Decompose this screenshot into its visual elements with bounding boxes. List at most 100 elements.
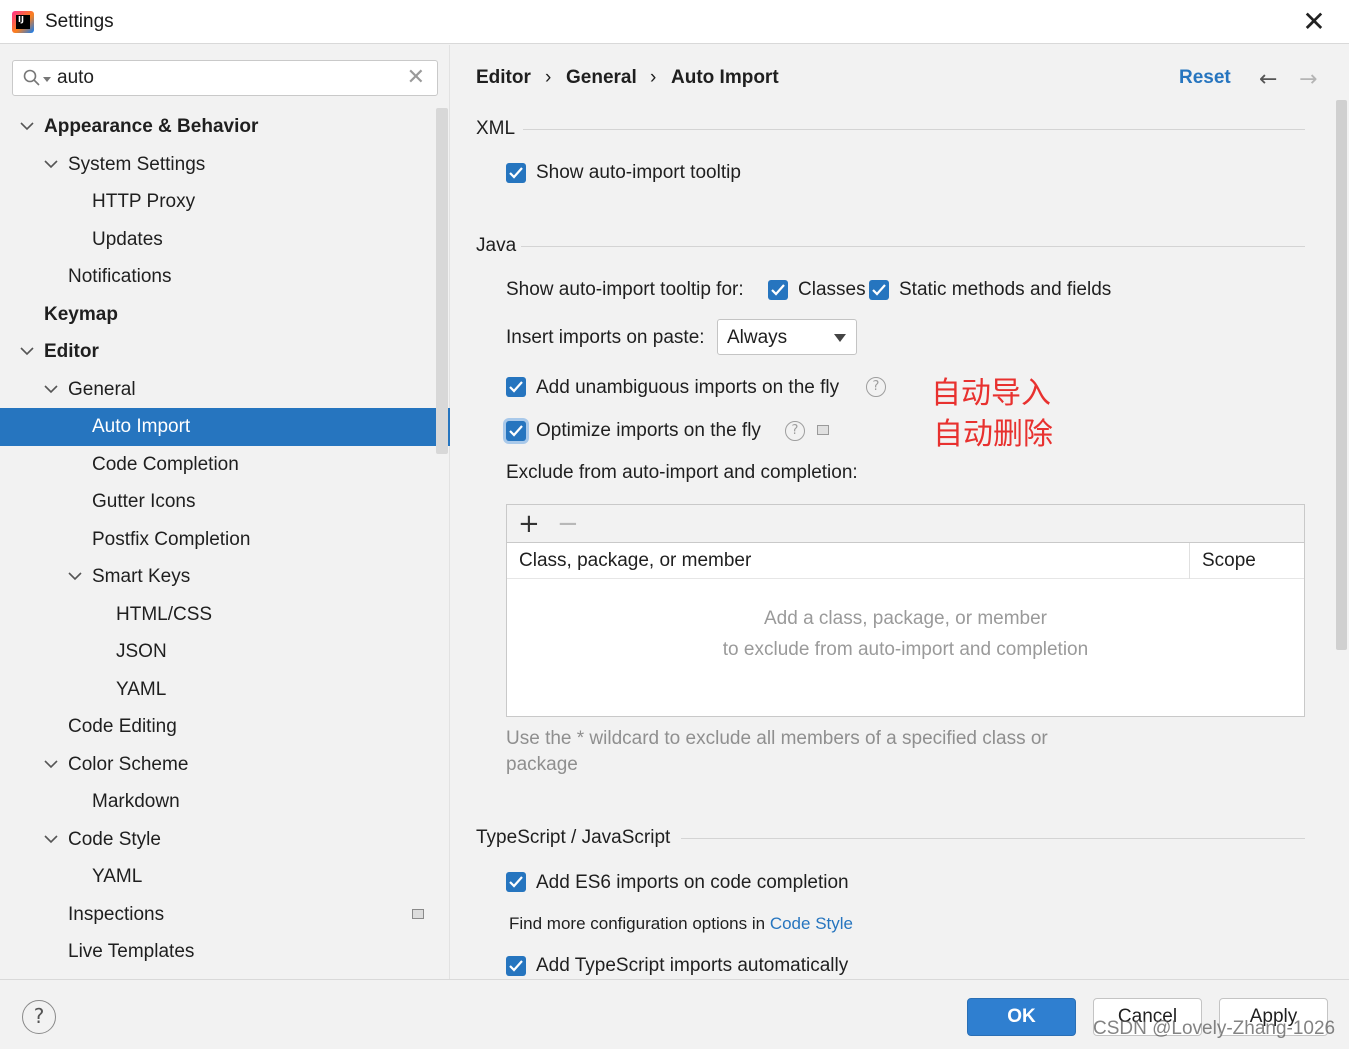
divider <box>523 129 1305 130</box>
forward-arrow-icon[interactable]: → <box>1299 67 1317 92</box>
tree-item[interactable]: Keymap <box>0 296 450 334</box>
tree-item-label: Gutter Icons <box>92 491 196 512</box>
more-options-text: Find more configuration options in Code … <box>509 914 853 934</box>
tree-item[interactable]: Editor <box>0 333 450 371</box>
modified-settings-icon <box>412 909 424 919</box>
more-options-prefix: Find more configuration options in <box>509 914 766 933</box>
clear-search-icon[interactable]: ✕ <box>407 65 425 90</box>
chevron-down-icon[interactable] <box>44 146 58 184</box>
help-icon[interactable]: ? <box>866 377 886 397</box>
reset-link[interactable]: Reset <box>1179 67 1231 89</box>
ts-auto-imports-checkbox[interactable] <box>506 956 526 976</box>
remove-icon[interactable]: − <box>557 509 579 539</box>
breadcrumb-item-general[interactable]: General <box>566 67 637 89</box>
tree-item[interactable]: General <box>0 371 450 409</box>
checkmark-icon <box>509 167 523 179</box>
chevron-down-icon[interactable] <box>44 746 58 784</box>
optimize-imports-checkbox[interactable] <box>506 421 526 441</box>
content-scrollbar[interactable] <box>1336 100 1347 650</box>
tree-item[interactable]: JSON <box>0 633 450 671</box>
insert-on-paste-label: Insert imports on paste: <box>506 327 705 348</box>
tree-item[interactable]: Updates <box>0 221 450 259</box>
tree-item-label: Inspections <box>68 904 165 925</box>
insert-on-paste-dropdown[interactable]: Always <box>717 319 857 355</box>
tree-item[interactable]: Live Templates <box>0 933 450 971</box>
code-style-link[interactable]: Code Style <box>770 914 853 933</box>
tree-item[interactable]: Smart Keys <box>0 558 450 596</box>
section-xml: XML <box>476 118 516 139</box>
tree-item[interactable]: Code Editing <box>0 708 450 746</box>
column-header-class[interactable]: Class, package, or member <box>519 550 751 572</box>
tree-item[interactable]: HTTP Proxy <box>0 183 450 221</box>
divider <box>681 838 1305 839</box>
xml-show-tooltip-label: Show auto-import tooltip <box>536 162 741 183</box>
chevron-down-icon[interactable] <box>44 821 58 859</box>
add-unambiguous-imports-label: Add unambiguous imports on the fly <box>536 377 840 398</box>
tree-item[interactable]: Notifications <box>0 258 450 296</box>
settings-sidebar: auto ✕ Appearance & Behavior System Setti… <box>0 45 450 979</box>
checkmark-icon <box>509 425 523 437</box>
tree-item-label: General <box>68 379 136 400</box>
tree-item[interactable]: Markdown <box>0 783 450 821</box>
intellij-logo-icon: IJ <box>12 11 34 33</box>
tree-item[interactable]: Auto Import <box>0 408 450 446</box>
tree-item-label: HTTP Proxy <box>92 191 196 212</box>
checkmark-icon <box>771 284 785 296</box>
sidebar-scrollbar[interactable] <box>436 108 448 454</box>
close-icon[interactable]: ✕ <box>1300 8 1328 36</box>
xml-show-tooltip-checkbox[interactable] <box>506 163 526 183</box>
search-input[interactable]: auto <box>57 67 94 89</box>
add-icon[interactable]: + <box>518 509 540 539</box>
tree-item[interactable]: Postfix Completion <box>0 521 450 559</box>
settings-modified-icon <box>817 425 829 435</box>
help-icon[interactable]: ? <box>785 421 805 441</box>
tree-item[interactable]: YAML <box>0 858 450 896</box>
dialog-footer: ? OK Cancel Apply CSDN @Lovely-Zhang-102… <box>0 979 1349 1049</box>
tree-item[interactable]: System Settings <box>0 146 450 184</box>
help-button[interactable]: ? <box>22 1000 56 1034</box>
tree-item-label: Smart Keys <box>92 566 191 587</box>
checkmark-icon <box>872 284 886 296</box>
wildcard-hint: Use the * wildcard to exclude all member… <box>506 728 1048 775</box>
exclude-table: + − Class, package, or member Scope Add … <box>506 504 1305 717</box>
tree-item-label: Live Templates <box>68 941 195 962</box>
exclude-label: Exclude from auto-import and completion: <box>506 462 858 483</box>
tree-item[interactable]: Gutter Icons <box>0 483 450 521</box>
tree-item[interactable]: HTML/CSS <box>0 596 450 634</box>
ok-button[interactable]: OK <box>967 998 1076 1036</box>
chevron-down-icon[interactable] <box>44 371 58 409</box>
java-classes-label: Classes <box>798 279 866 300</box>
breadcrumb-item-editor[interactable]: Editor <box>476 67 531 89</box>
settings-content: Editor › General › Auto Import Reset ← →… <box>451 45 1349 979</box>
java-static-members-checkbox[interactable] <box>869 280 889 300</box>
tree-item[interactable]: Code Completion <box>0 446 450 484</box>
tree-item[interactable]: YAML <box>0 671 450 709</box>
back-arrow-icon[interactable]: ← <box>1259 67 1277 92</box>
breadcrumb-item-auto-import: Auto Import <box>671 67 779 88</box>
ts-auto-imports-label: Add TypeScript imports automatically <box>536 955 849 976</box>
column-header-scope[interactable]: Scope <box>1202 550 1256 572</box>
title-bar: IJ Settings ✕ <box>0 0 1349 44</box>
search-icon <box>23 69 40 86</box>
section-java: Java <box>476 235 517 256</box>
tree-item[interactable]: Appearance & Behavior <box>0 108 450 146</box>
chevron-down-icon[interactable] <box>20 108 34 146</box>
chevron-down-icon[interactable] <box>20 333 34 371</box>
column-separator[interactable] <box>1189 543 1190 579</box>
checkmark-icon <box>509 876 523 888</box>
tree-item[interactable]: Inspections <box>0 896 450 934</box>
exclude-toolbar: + − <box>507 505 1304 543</box>
chevron-down-icon[interactable] <box>68 558 82 596</box>
search-field[interactable]: auto ✕ <box>12 60 438 96</box>
tree-item[interactable]: Code Style <box>0 821 450 859</box>
java-static-members-label: Static methods and fields <box>899 279 1112 300</box>
tree-item-label: Appearance & Behavior <box>44 116 259 137</box>
empty-state-line2: to exclude from auto-import and completi… <box>722 639 1089 660</box>
java-classes-checkbox[interactable] <box>768 280 788 300</box>
tree-item[interactable]: Color Scheme <box>0 746 450 784</box>
add-unambiguous-imports-checkbox[interactable] <box>506 377 526 397</box>
tree-item-label: Updates <box>92 229 163 250</box>
tree-item-label: HTML/CSS <box>116 604 213 625</box>
es6-imports-checkbox[interactable] <box>506 872 526 892</box>
insert-on-paste-value: Always <box>727 327 788 348</box>
